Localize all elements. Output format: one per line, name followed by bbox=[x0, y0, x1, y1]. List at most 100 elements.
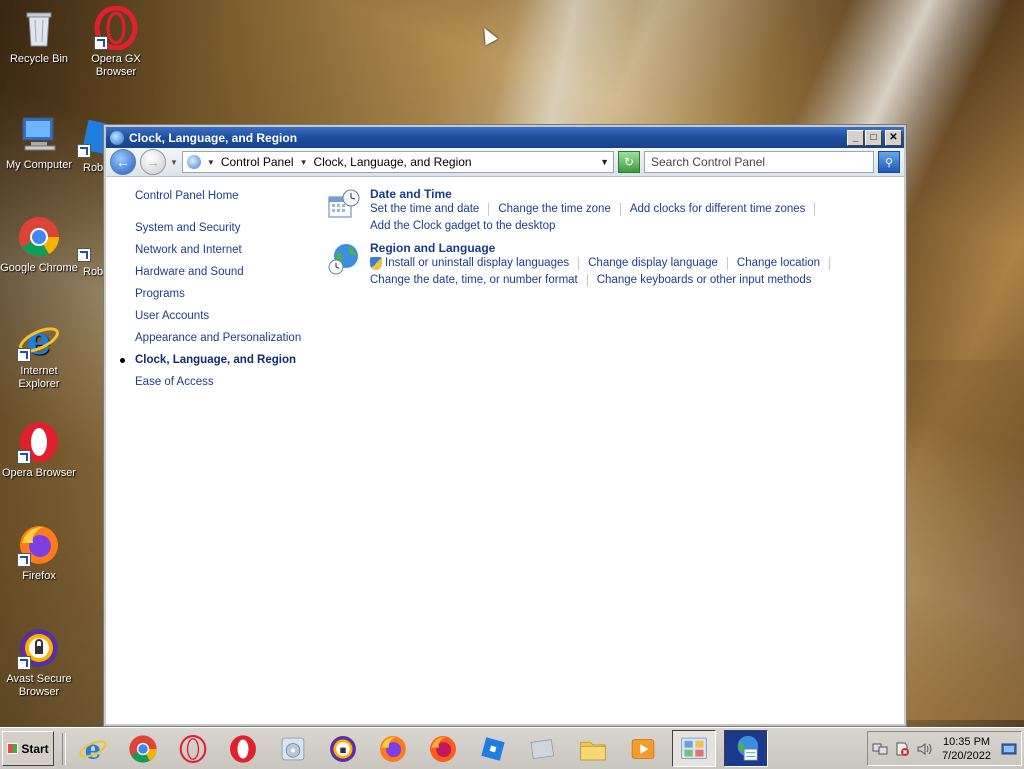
minimize-button[interactable]: _ bbox=[847, 129, 864, 146]
forward-button[interactable]: → bbox=[140, 149, 166, 175]
volume-icon[interactable] bbox=[916, 741, 932, 757]
desktop-icon-firefox[interactable]: Firefox bbox=[0, 523, 78, 583]
address-field[interactable]: ▼ Control Panel ▼ Clock, Language, and R… bbox=[181, 151, 614, 173]
taskbar-roblox[interactable] bbox=[472, 731, 514, 766]
desktop-icon-label: Firefox bbox=[22, 570, 56, 582]
clock[interactable]: 10:35 PM 7/20/2022 bbox=[938, 735, 995, 763]
nav-network-and-internet[interactable]: Network and Internet bbox=[135, 243, 315, 257]
nav-control-panel-home[interactable]: Control Panel Home bbox=[135, 189, 315, 203]
main-panel: Date and Time Set the time and date Chan… bbox=[326, 187, 896, 295]
breadcrumb-control-panel[interactable]: Control Panel bbox=[221, 155, 294, 169]
taskbar-internet-explorer[interactable]: e bbox=[72, 731, 114, 766]
content-area: Control Panel Home System and Security N… bbox=[106, 177, 904, 724]
computer-icon bbox=[17, 112, 61, 156]
chevron-down-icon[interactable]: ▼ bbox=[300, 158, 308, 167]
opera-gx-icon bbox=[179, 734, 207, 763]
set-time-and-date-link[interactable]: Set the time and date bbox=[370, 201, 479, 218]
back-arrow-icon: ← bbox=[116, 154, 130, 170]
taskbar-avast-secure-browser[interactable] bbox=[322, 731, 364, 766]
nav-user-accounts[interactable]: User Accounts bbox=[135, 309, 315, 323]
desktop-icon-internet-explorer[interactable]: e Internet Explorer bbox=[0, 318, 78, 391]
address-toolbar: ← → ▼ ▼ Control Panel ▼ Clock, Language,… bbox=[106, 148, 904, 177]
install-display-languages-link[interactable]: Install or uninstall display languages bbox=[385, 255, 569, 272]
nav-system-and-security[interactable]: System and Security bbox=[135, 221, 315, 235]
desktop-icon-label: Internet Explorer bbox=[18, 365, 60, 390]
internet-explorer-icon: e bbox=[79, 735, 107, 764]
network-icon[interactable] bbox=[872, 741, 888, 757]
taskbar-media-player[interactable] bbox=[272, 731, 314, 766]
close-button[interactable]: ✕ bbox=[885, 129, 902, 146]
taskbar-google-chrome[interactable] bbox=[122, 731, 164, 766]
change-display-language-link[interactable]: Change display language bbox=[588, 255, 718, 272]
taskbar-firefox-alt[interactable] bbox=[422, 731, 464, 766]
control-panel-icon bbox=[110, 130, 124, 145]
media-player-classic-icon bbox=[631, 738, 655, 759]
chrome-icon bbox=[129, 734, 157, 763]
clock-time: 10:35 PM bbox=[942, 735, 991, 748]
opera-gx-icon bbox=[94, 5, 138, 51]
firefox-icon bbox=[430, 735, 456, 762]
nav-ease-of-access[interactable]: Ease of Access bbox=[135, 375, 315, 389]
recent-pages-dropdown[interactable]: ▼ bbox=[170, 158, 178, 167]
shortcut-arrow-icon bbox=[17, 553, 31, 567]
breadcrumb-current[interactable]: Clock, Language, and Region bbox=[313, 155, 471, 169]
desktop-icon-recycle-bin[interactable]: Recycle Bin bbox=[0, 6, 78, 66]
start-button[interactable]: Start bbox=[2, 731, 54, 766]
roblox-icon bbox=[481, 736, 505, 761]
uac-shield-icon bbox=[370, 257, 382, 270]
app-icon bbox=[77, 118, 107, 162]
taskbar-app[interactable] bbox=[522, 731, 564, 766]
globe-clock-icon bbox=[737, 735, 759, 761]
taskbar-control-panel[interactable] bbox=[672, 730, 716, 767]
change-keyboards-link[interactable]: Change keyboards or other input methods bbox=[597, 272, 812, 289]
taskbar-clock-language-region[interactable] bbox=[724, 730, 768, 767]
nav-clock-language-region[interactable]: Clock, Language, and Region bbox=[120, 353, 315, 367]
desktop-icon-roblox-partial-2[interactable]: Robl bbox=[77, 222, 107, 279]
search-input[interactable]: Search Control Panel bbox=[644, 151, 874, 173]
taskbar-firefox[interactable] bbox=[372, 731, 414, 766]
add-clocks-link[interactable]: Add clocks for different time zones bbox=[630, 201, 806, 218]
change-date-format-link[interactable]: Change the date, time, or number format bbox=[370, 272, 578, 289]
desktop-icon-label: Google Chrome bbox=[0, 262, 78, 274]
section-region-and-language: Region and Language Install or uninstall… bbox=[326, 241, 896, 289]
media-player-icon bbox=[281, 737, 305, 760]
refresh-button[interactable]: ↻ bbox=[618, 151, 640, 173]
desktop-icon-roblox-partial[interactable]: Robl bbox=[77, 118, 107, 175]
change-time-zone-link[interactable]: Change the time zone bbox=[498, 201, 611, 218]
address-dropdown-button[interactable]: ▼ bbox=[600, 157, 609, 167]
shortcut-arrow-icon bbox=[17, 348, 31, 362]
title-bar[interactable]: Clock, Language, and Region _ □ ✕ bbox=[106, 127, 904, 148]
taskbar-media-player-classic[interactable] bbox=[622, 731, 664, 766]
action-center-icon[interactable] bbox=[894, 741, 910, 757]
nav-appearance-and-personalization[interactable]: Appearance and Personalization bbox=[135, 331, 315, 345]
back-button[interactable]: ← bbox=[110, 149, 136, 175]
refresh-icon: ↻ bbox=[623, 155, 635, 169]
desktop-icon-opera-browser[interactable]: Opera Browser bbox=[0, 420, 78, 480]
show-desktop-icon[interactable] bbox=[1001, 741, 1017, 757]
region-and-language-heading[interactable]: Region and Language bbox=[370, 241, 896, 255]
app-icon bbox=[530, 738, 554, 759]
desktop-icon-my-computer[interactable]: My Computer bbox=[0, 112, 78, 172]
taskbar-opera-gx[interactable] bbox=[172, 731, 214, 766]
chevron-down-icon[interactable]: ▼ bbox=[207, 158, 215, 167]
desktop-icon-label: Recycle Bin bbox=[9, 53, 69, 65]
nav-hardware-and-sound[interactable]: Hardware and Sound bbox=[135, 265, 315, 279]
add-clock-gadget-link[interactable]: Add the Clock gadget to the desktop bbox=[370, 218, 555, 235]
change-location-link[interactable]: Change location bbox=[737, 255, 820, 272]
desktop-icon-avast-secure-browser[interactable]: Avast Secure Browser bbox=[0, 626, 78, 699]
desktop-icon-opera-gx[interactable]: Opera GX Browser bbox=[77, 5, 155, 79]
date-and-time-heading[interactable]: Date and Time bbox=[370, 187, 896, 201]
opera-icon bbox=[230, 734, 256, 763]
window-title: Clock, Language, and Region bbox=[129, 130, 298, 145]
taskbar-opera[interactable] bbox=[222, 731, 264, 766]
shortcut-arrow-icon bbox=[17, 450, 31, 464]
start-label: Start bbox=[21, 741, 49, 756]
desktop-icon-label: Opera Browser bbox=[2, 467, 76, 479]
desktop-icon-google-chrome[interactable]: Google Chrome bbox=[0, 215, 78, 275]
nav-programs[interactable]: Programs bbox=[135, 287, 315, 301]
avast-secure-browser-icon bbox=[17, 626, 61, 670]
control-panel-icon bbox=[681, 737, 707, 759]
search-button[interactable]: ⚲ bbox=[878, 151, 900, 173]
taskbar-folder[interactable] bbox=[572, 731, 614, 766]
maximize-button[interactable]: □ bbox=[865, 129, 882, 146]
